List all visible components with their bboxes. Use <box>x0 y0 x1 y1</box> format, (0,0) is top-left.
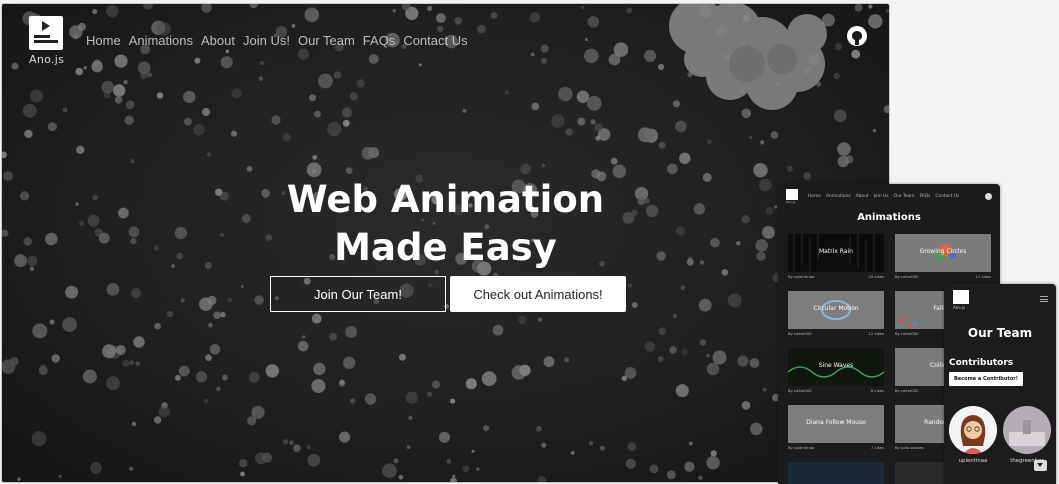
scroll-down-icon[interactable] <box>1034 460 1047 471</box>
card-likes: 7 Likes <box>870 445 884 450</box>
animation-card[interactable]: Matrix Rain <box>788 234 884 272</box>
contributor-avatar-image <box>949 406 997 454</box>
card-author: By uplentinaa <box>788 274 815 279</box>
nav-our-team[interactable]: Our Team <box>298 33 355 48</box>
desktop-mockup: Ano.js Home Animations About Join Us! Ou… <box>2 4 889 482</box>
card-author: By uplentinaa <box>788 445 815 450</box>
tablet-nav-home[interactable]: Home <box>808 194 821 199</box>
nav-about[interactable]: About <box>201 33 235 48</box>
tablet-github-icon[interactable] <box>985 193 992 200</box>
hero-title-line-2: Made Easy <box>334 226 557 269</box>
become-contributor-button[interactable]: Become a Contributor! <box>949 372 1023 386</box>
logo-text: Ano.js <box>29 53 65 66</box>
animation-card[interactable]: Growing Circles <box>895 234 991 272</box>
phone-mockup: Ano.js Our Team Contributors Become a Co… <box>944 284 1056 484</box>
main-nav: Home Animations About Join Us! Our Team … <box>86 33 476 48</box>
tablet-page-title: Animations <box>857 212 921 223</box>
nav-home[interactable]: Home <box>86 33 121 48</box>
tablet-nav: Home Animations About Join Us Our Team F… <box>808 194 964 199</box>
tablet-nav-our-team[interactable]: Our Team <box>894 194 915 199</box>
animation-card-title: Matrix Rain <box>819 248 853 255</box>
tablet-nav-faqs[interactable]: FAQs <box>920 194 931 199</box>
nav-contact-us[interactable]: Contact Us <box>403 33 467 48</box>
contributors-heading: Contributors <box>949 358 1014 368</box>
card-author: By calixt000 <box>895 331 919 336</box>
hamburger-menu-icon[interactable] <box>1040 296 1048 302</box>
card-likes: 8 Likes <box>870 388 884 393</box>
phone-logo-text: Ano.js <box>953 305 966 310</box>
phone-logo[interactable]: Ano.js <box>953 290 969 312</box>
tablet-nav-about[interactable]: About <box>856 194 869 199</box>
contributor-avatar-image <box>1003 406 1051 454</box>
card-author: By calixt000 <box>788 388 812 393</box>
logo-icon <box>29 16 63 50</box>
card-likes: 11 Likes <box>975 274 991 279</box>
animation-card-title: Circular Motion <box>813 305 859 312</box>
nav-animations[interactable]: Animations <box>129 33 193 48</box>
hero-title-line-1: Web Animation <box>286 178 605 221</box>
animation-card-meta: By calixt000 8 Likes <box>788 388 884 393</box>
nav-join-us[interactable]: Join Us! <box>243 33 290 48</box>
github-icon[interactable] <box>847 26 867 46</box>
join-team-button[interactable]: Join Our Team! <box>270 276 446 312</box>
animation-card-meta: By calixt000 11 Likes <box>895 274 991 279</box>
tablet-nav-animations[interactable]: Animations <box>826 194 851 199</box>
check-animations-button[interactable]: Check out Animations! <box>450 276 626 312</box>
animation-card-title: Diana Follow Mouse <box>806 419 866 426</box>
nav-faqs[interactable]: FAQs <box>363 33 396 48</box>
animation-card-title: Sine Waves <box>818 362 854 369</box>
tablet-nav-join-us[interactable]: Join Us <box>874 194 889 199</box>
avatar[interactable] <box>949 406 997 454</box>
animation-card-meta: By uplentinaa 20 Likes <box>788 274 884 279</box>
site-logo[interactable]: Ano.js <box>29 16 65 68</box>
phone-page-title: Our Team <box>967 326 1033 340</box>
card-author: By calixt000 <box>895 274 919 279</box>
phone-logo-icon <box>953 290 969 304</box>
tablet-logo-icon <box>786 189 798 200</box>
card-author: By jullo-sanaes <box>895 445 924 450</box>
animation-card-meta: By calixt000 12 Likes <box>788 331 884 336</box>
tablet-logo-text: Ano.js <box>786 200 796 204</box>
animation-card[interactable]: Sine Waves <box>788 348 884 386</box>
tablet-logo[interactable]: Ano.js <box>786 189 798 205</box>
contributor-name: uplentinaa <box>958 458 988 464</box>
card-likes: 20 Likes <box>868 274 884 279</box>
animation-card[interactable] <box>788 462 884 484</box>
animation-card[interactable]: Diana Follow Mouse <box>788 405 884 443</box>
tablet-nav-contact[interactable]: Contact Us <box>935 194 959 199</box>
card-likes: 12 Likes <box>868 331 884 336</box>
card-author: By calixt000 <box>895 388 919 393</box>
animation-card-title: Growing Circles <box>919 248 967 255</box>
avatar[interactable] <box>1003 406 1051 454</box>
animation-card[interactable]: Circular Motion <box>788 291 884 329</box>
contributor-name: thegreenbgr <box>1010 458 1044 464</box>
screenshot-frame: Ano.js Home Animations About Join Us! Ou… <box>0 0 1059 484</box>
card-author: By calixt000 <box>788 331 812 336</box>
animation-card-meta: By uplentinaa 7 Likes <box>788 445 884 450</box>
